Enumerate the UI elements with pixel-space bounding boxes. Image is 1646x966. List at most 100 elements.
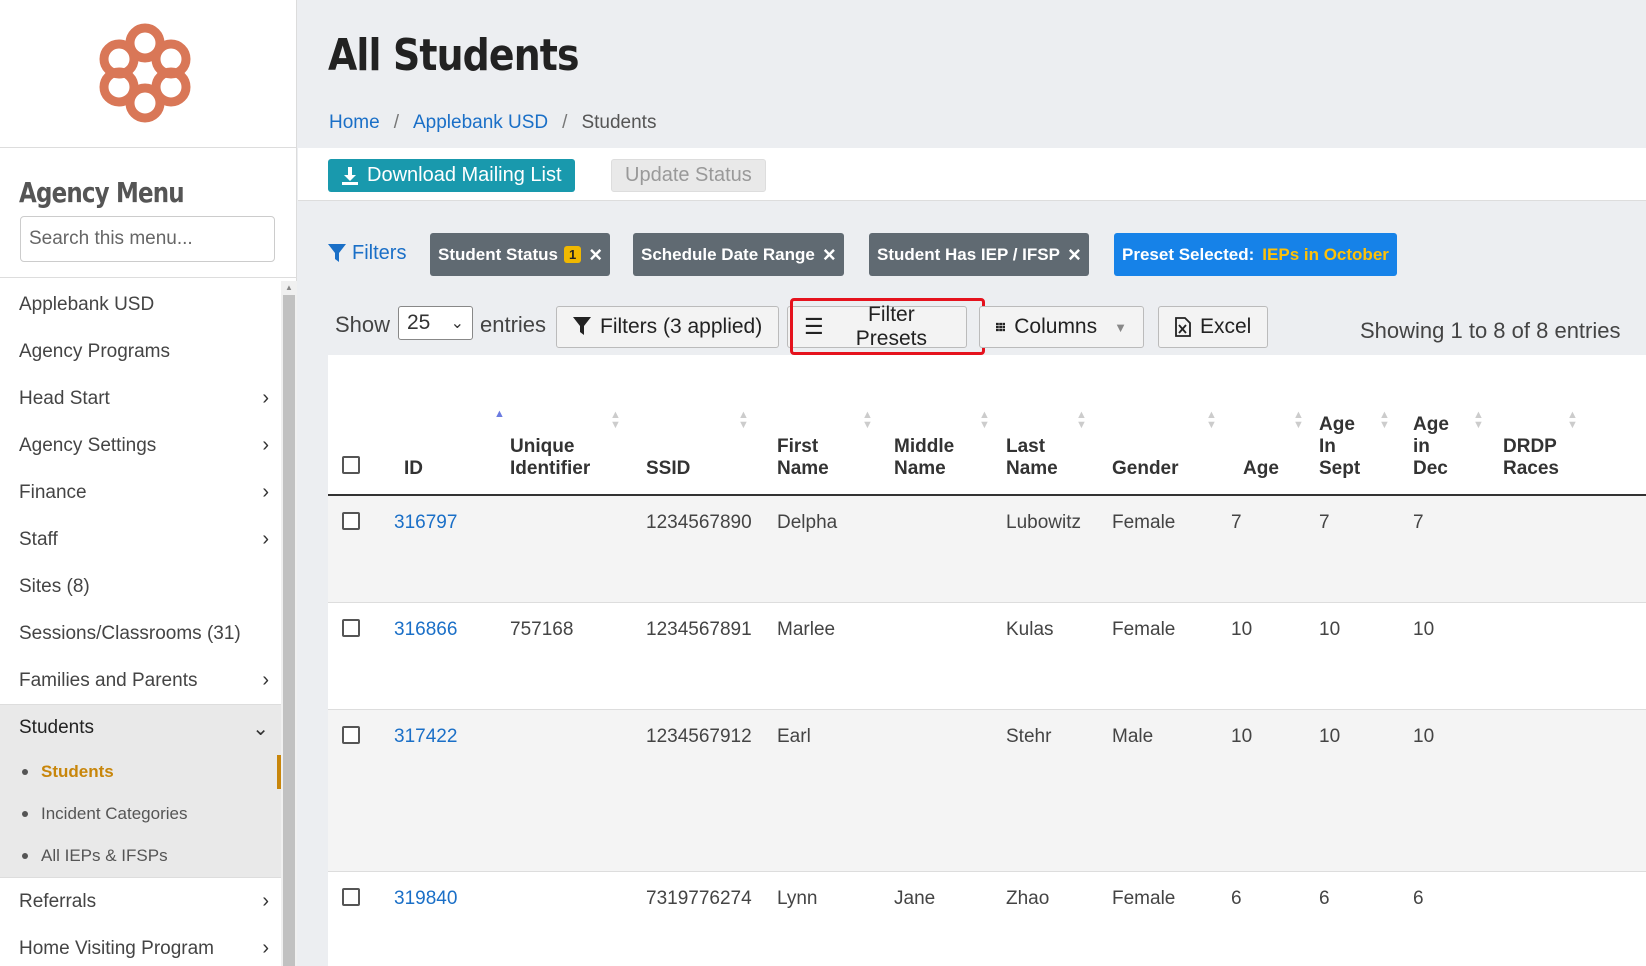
students-table: ID ▲ Unique Identifier ▲ ▼ SSID ▲ ▼ First Nam…: [328, 355, 1646, 966]
cell-age: 10: [1231, 602, 1319, 710]
cell-unique: [510, 495, 646, 603]
preset-selected-chip[interactable]: Preset Selected: IEPs in October: [1114, 233, 1397, 276]
sidebar-item-label: Staff: [19, 528, 58, 550]
cell-age-dec: 10: [1413, 602, 1503, 710]
col-header-age[interactable]: Age ▲ ▼: [1231, 355, 1319, 496]
submenu-item-students[interactable]: Students: [0, 751, 281, 793]
student-id-link[interactable]: 317422: [394, 726, 457, 747]
sidebar-scrollbar[interactable]: ▲: [281, 281, 297, 966]
sidebar-item-staff[interactable]: Staff ›: [0, 516, 281, 563]
table-row[interactable]: 317422 1234567912 Earl Stehr Male 10 10 …: [328, 709, 1646, 872]
cell-unique: [510, 871, 646, 966]
sort-icon: ▲ ▼: [610, 409, 621, 431]
col-header-ssid[interactable]: SSID ▲ ▼: [646, 355, 777, 496]
showing-entries-info: Showing 1 to 8 of 8 entries: [1360, 318, 1621, 343]
col-header-id[interactable]: ID ▲: [384, 355, 510, 496]
cell-gender: Female: [1112, 602, 1231, 710]
scrollbar-thumb[interactable]: [283, 295, 295, 966]
cell-races: [1503, 602, 1646, 710]
cell-unique: [510, 709, 646, 872]
bullet-icon: [22, 769, 28, 775]
cell-id: 316797: [384, 495, 510, 603]
col-header-last-name[interactable]: Last Name ▲ ▼: [1006, 355, 1112, 496]
col-header-first-name[interactable]: First Name ▲ ▼: [777, 355, 894, 496]
sidebar-item-agency-settings[interactable]: Agency Settings ›: [0, 422, 281, 469]
sidebar-item-agency-programs[interactable]: Agency Programs: [0, 328, 281, 375]
close-icon[interactable]: ×: [1068, 242, 1081, 268]
menu-search-input[interactable]: [20, 216, 275, 262]
row-checkbox[interactable]: [342, 512, 360, 530]
sidebar-item-head-start[interactable]: Head Start ›: [0, 375, 281, 422]
cell-middle: [894, 495, 1006, 603]
filter-chip-has-iep[interactable]: Student Has IEP / IFSP ×: [869, 233, 1089, 276]
col-label: Age in Dec: [1413, 414, 1449, 479]
button-label: Excel: [1200, 315, 1252, 338]
menu-list: Applebank USD Agency Programs Head Start…: [0, 281, 281, 966]
cell-gender: Female: [1112, 871, 1231, 966]
sidebar-item-sessions[interactable]: Sessions/Classrooms (31): [0, 610, 281, 657]
table-row[interactable]: 316797 1234567890 Delpha Lubowitz Female…: [328, 495, 1646, 603]
close-icon[interactable]: ×: [589, 242, 602, 268]
filter-chip-student-status[interactable]: Student Status 1 ×: [430, 233, 611, 276]
sidebar-item-label: Families and Parents: [19, 669, 198, 691]
brand-logo-icon[interactable]: [97, 21, 193, 125]
download-mailing-list-button[interactable]: Download Mailing List: [328, 159, 575, 192]
col-label: SSID: [646, 458, 691, 479]
sidebar-item-applebank[interactable]: Applebank USD: [0, 281, 281, 328]
breadcrumb-agency[interactable]: Applebank USD: [413, 112, 548, 134]
sidebar-item-families[interactable]: Families and Parents ›: [0, 657, 281, 704]
sort-icon: ▲ ▼: [1567, 409, 1578, 431]
submenu-item-incident-categories[interactable]: Incident Categories: [0, 793, 281, 835]
student-id-link[interactable]: 316797: [394, 512, 457, 533]
bullet-icon: [22, 853, 28, 859]
cell-last: Lubowitz: [1006, 495, 1112, 603]
columns-button[interactable]: Columns ▼: [979, 306, 1144, 348]
filters-applied-button[interactable]: Filters (3 applied): [556, 306, 780, 348]
entries-select[interactable]: 25 ⌄: [398, 306, 473, 340]
row-checkbox[interactable]: [342, 887, 360, 906]
col-header-unique[interactable]: Unique Identifier ▲ ▼: [510, 355, 646, 496]
close-icon[interactable]: ×: [823, 242, 836, 268]
sidebar-item-label: Head Start: [19, 387, 110, 409]
cell-first: Earl: [777, 709, 894, 872]
cell-id: 316866: [384, 602, 510, 710]
sidebar-item-referrals[interactable]: Referrals ›: [0, 878, 281, 925]
chevron-right-icon: ›: [262, 669, 269, 691]
select-all-checkbox[interactable]: [342, 456, 360, 474]
cell-ssid: 1234567891: [646, 602, 777, 710]
cell-age-sept: 10: [1319, 602, 1413, 710]
col-label: Gender: [1112, 458, 1179, 479]
scroll-up-icon[interactable]: ▲: [285, 283, 293, 292]
excel-button[interactable]: Excel: [1158, 306, 1269, 348]
col-header-age-dec[interactable]: Age in Dec ▲ ▼: [1413, 355, 1503, 496]
filter-chip-schedule-date-range[interactable]: Schedule Date Range ×: [633, 233, 844, 276]
col-header-gender[interactable]: Gender ▲ ▼: [1112, 355, 1231, 496]
chevron-right-icon: ›: [262, 937, 269, 959]
preset-prefix: Preset Selected:: [1122, 244, 1255, 264]
sidebar-item-label: Sites (8): [19, 575, 90, 597]
sidebar-item-finance[interactable]: Finance ›: [0, 469, 281, 516]
col-header-age-sept[interactable]: Age In Sept ▲ ▼: [1319, 355, 1413, 496]
row-checkbox[interactable]: [342, 618, 360, 637]
student-id-link[interactable]: 319840: [394, 888, 457, 909]
col-header-middle-name[interactable]: Middle Name ▲ ▼: [894, 355, 1006, 496]
row-checkbox[interactable]: [342, 725, 360, 744]
submenu-item-all-ieps[interactable]: All IEPs & IFSPs: [0, 835, 281, 877]
row-select-cell: [328, 871, 384, 966]
breadcrumb: Home / Applebank USD / Students: [329, 112, 656, 134]
table-row[interactable]: 316866 757168 1234567891 Marlee Kulas Fe…: [328, 602, 1646, 710]
filters-toggle[interactable]: Filters: [328, 242, 406, 265]
button-label: Download Mailing List: [367, 164, 562, 186]
table-row[interactable]: 319840 7319776274 Lynn Jane Zhao Female …: [328, 871, 1646, 966]
col-header-drdp-races[interactable]: DRDP Races ▲ ▼: [1503, 355, 1646, 496]
sidebar-item-home-visiting[interactable]: Home Visiting Program ›: [0, 925, 281, 966]
cell-age: 6: [1231, 871, 1319, 966]
student-id-link[interactable]: 316866: [394, 619, 457, 640]
sidebar-item-sites[interactable]: Sites (8): [0, 563, 281, 610]
cell-age-sept: 10: [1319, 709, 1413, 872]
chevron-right-icon: ›: [262, 481, 269, 503]
sort-asc-icon: ▲: [494, 408, 505, 420]
sidebar-item-students[interactable]: Students ⌄: [0, 704, 281, 751]
update-status-button[interactable]: Update Status: [611, 159, 766, 192]
breadcrumb-home[interactable]: Home: [329, 112, 380, 134]
